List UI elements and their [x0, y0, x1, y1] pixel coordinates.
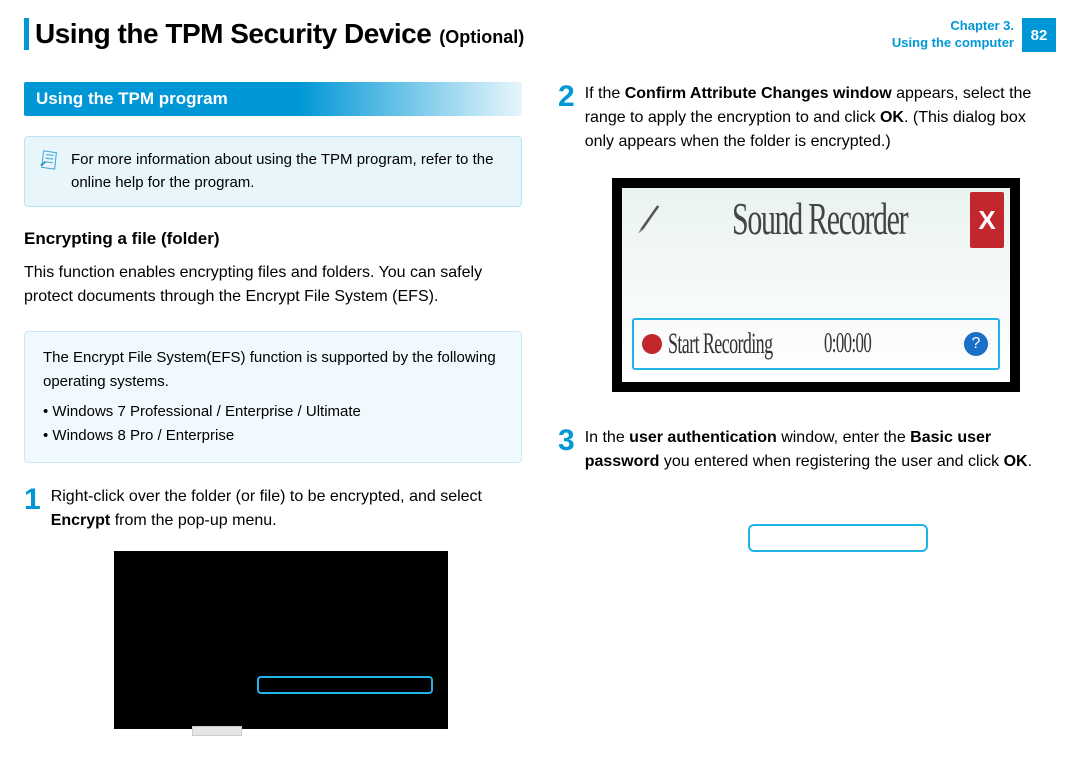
- step-2-b2: OK: [880, 109, 904, 126]
- intro-text: This function enables encrypting files a…: [24, 261, 522, 309]
- step-1-bold: Encrypt: [51, 512, 111, 529]
- step-3: 3 In the user authentication window, ent…: [558, 426, 1056, 474]
- step-3-pre: In the: [585, 429, 629, 446]
- step-3-body: In the user authentication window, enter…: [585, 426, 1056, 474]
- page-number: 82: [1022, 18, 1056, 52]
- record-button-label[interactable]: Start Recording: [668, 327, 772, 361]
- step-1-post: from the pop-up menu.: [110, 512, 276, 529]
- close-icon: X: [978, 205, 995, 236]
- pencil-icon: [636, 200, 664, 239]
- figure-sound-recorder: Sound Recorder X Start Recording 0:00:00…: [612, 178, 1020, 392]
- figure-foot: [192, 726, 242, 736]
- step-3-post: .: [1028, 453, 1032, 470]
- timer-readout: 0:00:00: [824, 328, 871, 360]
- record-icon: [642, 334, 662, 354]
- page-subtitle: (Optional): [439, 27, 524, 48]
- window-title: Sound Recorder: [732, 192, 907, 245]
- step-1-body: Right-click over the folder (or file) to…: [51, 485, 522, 533]
- efs-lead: The Encrypt File System(EFS) function is…: [43, 346, 503, 394]
- step-2: 2 If the Confirm Attribute Changes windo…: [558, 82, 1056, 154]
- recorder-bar: Start Recording 0:00:00 ?: [632, 318, 1000, 370]
- chapter-line-1: Chapter 3.: [892, 18, 1014, 35]
- help-icon: ?: [972, 335, 981, 353]
- step-3-b3: OK: [1004, 453, 1028, 470]
- step-2-pre: If the: [585, 85, 625, 102]
- chapter-line-2: Using the computer: [892, 35, 1014, 52]
- step-1: 1 Right-click over the folder (or file) …: [24, 485, 522, 533]
- page-title: Using the TPM Security Device: [35, 18, 431, 50]
- left-column: Using the TPM program For more informati…: [24, 82, 522, 729]
- close-button[interactable]: X: [970, 192, 1004, 248]
- subheading-encrypting: Encrypting a file (folder): [24, 229, 522, 249]
- step-2-body: If the Confirm Attribute Changes window …: [585, 82, 1056, 154]
- help-button[interactable]: ?: [964, 332, 988, 356]
- sound-recorder-window: Sound Recorder X Start Recording 0:00:00…: [622, 188, 1010, 382]
- chapter-text: Chapter 3. Using the computer: [892, 18, 1014, 52]
- figure-highlight: [257, 676, 433, 694]
- step-2-b1: Confirm Attribute Changes window: [625, 85, 892, 102]
- step-3-b1: user authentication: [629, 429, 777, 446]
- efs-item-2: Windows 8 Pro / Enterprise: [43, 424, 503, 448]
- info-box: For more information about using the TPM…: [24, 136, 522, 207]
- step-1-number: 1: [24, 485, 41, 533]
- figure-context-menu: [114, 551, 448, 729]
- step-3-mid1: window, enter the: [777, 429, 910, 446]
- step-3-number: 3: [558, 426, 575, 474]
- step-2-number: 2: [558, 82, 575, 154]
- efs-supported-box: The Encrypt File System(EFS) function is…: [24, 331, 522, 463]
- figure-highlight-box: [748, 524, 928, 552]
- step-1-pre: Right-click over the folder (or file) to…: [51, 488, 482, 505]
- title-wrap: Using the TPM Security Device (Optional): [24, 18, 524, 50]
- section-heading: Using the TPM program: [24, 82, 522, 116]
- chapter-box: Chapter 3. Using the computer 82: [892, 18, 1056, 52]
- page-header: Using the TPM Security Device (Optional)…: [24, 18, 1056, 52]
- efs-item-1: Windows 7 Professional / Enterprise / Ul…: [43, 400, 503, 424]
- info-text: For more information about using the TPM…: [71, 149, 507, 194]
- note-icon: [39, 149, 61, 194]
- step-3-mid2: you entered when registering the user an…: [659, 453, 1003, 470]
- right-column: 2 If the Confirm Attribute Changes windo…: [558, 82, 1056, 729]
